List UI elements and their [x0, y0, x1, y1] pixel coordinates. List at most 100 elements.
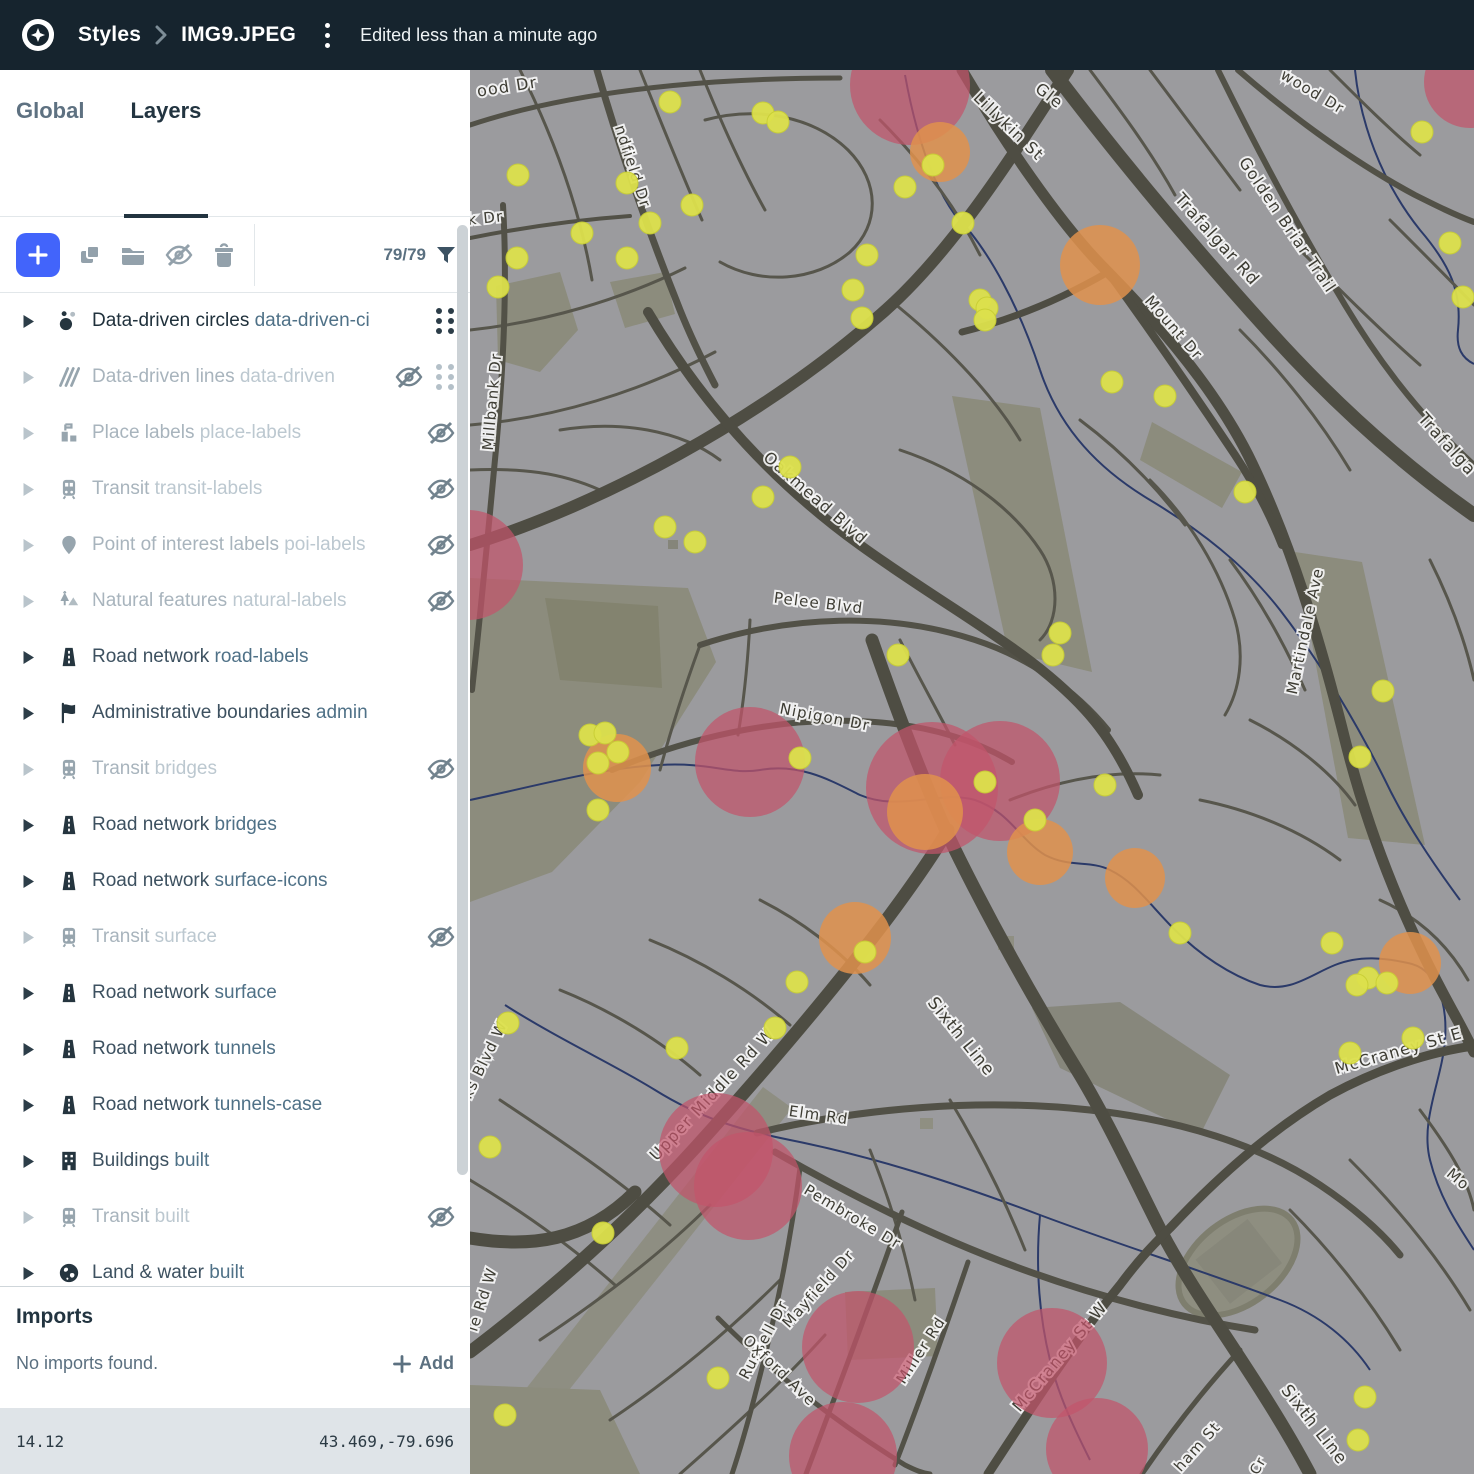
layer-row-admin[interactable]: Administrative boundaries admin: [0, 685, 470, 741]
transit-layer-icon: [58, 478, 80, 500]
kebab-menu-icon[interactable]: [314, 18, 340, 52]
layer-row-built[interactable]: Buildings built: [0, 1133, 470, 1189]
layer-row-bridges[interactable]: Transit bridges: [0, 741, 470, 797]
layer-row-data-driven[interactable]: Data-driven lines data-driven: [0, 349, 470, 405]
yellow-dot: [707, 1367, 729, 1389]
yellow-dot: [922, 154, 944, 176]
yellow-dot: [764, 1017, 786, 1039]
tab-layers[interactable]: Layers: [130, 98, 201, 148]
expand-arrow-icon[interactable]: [22, 482, 36, 497]
yellow-dot: [1101, 371, 1123, 393]
yellow-dot: [571, 222, 593, 244]
expand-arrow-icon[interactable]: [22, 818, 36, 833]
expand-arrow-icon[interactable]: [22, 426, 36, 441]
delete-layer-button[interactable]: [212, 242, 236, 268]
expand-arrow-icon[interactable]: [22, 650, 36, 665]
breadcrumb-styles[interactable]: Styles: [78, 23, 141, 47]
eye-off-icon: [426, 756, 456, 782]
expand-arrow-icon[interactable]: [22, 1210, 36, 1225]
layer-row-built[interactable]: Transit built: [0, 1189, 470, 1245]
duplicate-layer-button[interactable]: [78, 243, 102, 267]
status-bar: 14.12 43.469,-79.696: [0, 1408, 470, 1474]
drag-handle[interactable]: [434, 306, 456, 336]
layer-row-data-driven-ci[interactable]: Data-driven circles data-driven-ci: [0, 293, 470, 349]
yellow-dot: [1452, 286, 1474, 308]
yellow-dot: [1234, 481, 1256, 503]
layer-label: Transit surface: [92, 926, 426, 948]
add-layer-button[interactable]: [16, 233, 60, 277]
add-import-button[interactable]: Add: [393, 1353, 454, 1374]
map-canvas[interactable]: ood Drk Drndfield DrGleLillykin Stwood D…: [470, 70, 1474, 1474]
globe-layer-icon: [58, 1262, 80, 1284]
layer-row-poi-labels[interactable]: Point of interest labels poi-labels: [0, 517, 470, 573]
expand-arrow-icon[interactable]: [22, 762, 36, 777]
red-circle: [694, 1132, 802, 1240]
layer-row-tunnels[interactable]: Road network tunnels: [0, 1021, 470, 1077]
orange-circle: [1105, 848, 1165, 908]
eye-off-icon: [426, 1204, 456, 1230]
expand-arrow-icon[interactable]: [22, 986, 36, 1001]
layer-row-tunnels-case[interactable]: Road network tunnels-case: [0, 1077, 470, 1133]
layer-row-transit-labels[interactable]: Transit transit-labels: [0, 461, 470, 517]
map-svg[interactable]: ood Drk Drndfield DrGleLillykin Stwood D…: [470, 70, 1474, 1474]
zoom-level: 14.12: [16, 1432, 64, 1451]
layer-row-place-labels[interactable]: Place labels place-labels: [0, 405, 470, 461]
yellow-dot: [952, 212, 974, 234]
layer-list-scrollbar[interactable]: [457, 225, 468, 1175]
yellow-dot: [1354, 1386, 1376, 1408]
yellow-dot: [779, 456, 801, 478]
style-title[interactable]: IMG9.JPEG: [181, 23, 296, 47]
yellow-dot: [666, 1037, 688, 1059]
layer-row-surface[interactable]: Road network surface: [0, 965, 470, 1021]
filter-layers-button[interactable]: [436, 245, 456, 265]
road-layer-icon: [58, 870, 80, 892]
group-layers-button[interactable]: [120, 243, 146, 267]
road-layer-icon: [58, 982, 80, 1004]
yellow-dot: [506, 247, 528, 269]
yellow-dot: [1347, 1429, 1369, 1451]
expand-arrow-icon[interactable]: [22, 370, 36, 385]
imports-section: Imports No imports found. Add: [0, 1286, 470, 1408]
hide-layer-button[interactable]: [164, 242, 194, 268]
yellow-dot: [616, 247, 638, 269]
layer-row-bridges[interactable]: Road network bridges: [0, 797, 470, 853]
layer-label: Buildings built: [92, 1150, 456, 1172]
layer-row-surface-icons[interactable]: Road network surface-icons: [0, 853, 470, 909]
yellow-dot: [1154, 385, 1176, 407]
expand-arrow-icon[interactable]: [22, 538, 36, 553]
yellow-dot: [1411, 121, 1433, 143]
natural-layer-icon: [58, 590, 80, 612]
layer-label: Transit bridges: [92, 758, 426, 780]
layer-label: Road network tunnels-case: [92, 1094, 456, 1116]
layer-row-road-labels[interactable]: Road network road-labels: [0, 629, 470, 685]
layer-label: Place labels place-labels: [92, 422, 426, 444]
expand-arrow-icon[interactable]: [22, 930, 36, 945]
edited-status: Edited less than a minute ago: [360, 25, 597, 46]
yellow-dot: [497, 1012, 519, 1034]
expand-arrow-icon[interactable]: [22, 1154, 36, 1169]
layer-row-surface[interactable]: Transit surface: [0, 909, 470, 965]
expand-arrow-icon[interactable]: [22, 594, 36, 609]
expand-arrow-icon[interactable]: [22, 706, 36, 721]
yellow-dot: [479, 1136, 501, 1158]
expand-arrow-icon[interactable]: [22, 314, 36, 329]
mapbox-studio-logo[interactable]: [20, 17, 56, 53]
drag-handle[interactable]: [434, 362, 456, 392]
expand-arrow-icon[interactable]: [22, 1098, 36, 1113]
yellow-dot: [1094, 774, 1116, 796]
yellow-dot: [684, 531, 706, 553]
yellow-dot: [856, 244, 878, 266]
expand-arrow-icon[interactable]: [22, 874, 36, 889]
yellow-dot: [594, 722, 616, 744]
filter-funnel-icon: [436, 245, 456, 265]
imports-heading: Imports: [16, 1305, 454, 1329]
toolbar-divider: [254, 224, 255, 286]
layer-label: Road network surface-icons: [92, 870, 456, 892]
expand-arrow-icon[interactable]: [22, 1266, 36, 1281]
tab-global[interactable]: Global: [16, 98, 84, 148]
yellow-dot: [587, 799, 609, 821]
layer-row-natural-labels[interactable]: Natural features natural-labels: [0, 573, 470, 629]
expand-arrow-icon[interactable]: [22, 1042, 36, 1057]
yellow-dot: [487, 276, 509, 298]
yellow-dot: [1049, 622, 1071, 644]
